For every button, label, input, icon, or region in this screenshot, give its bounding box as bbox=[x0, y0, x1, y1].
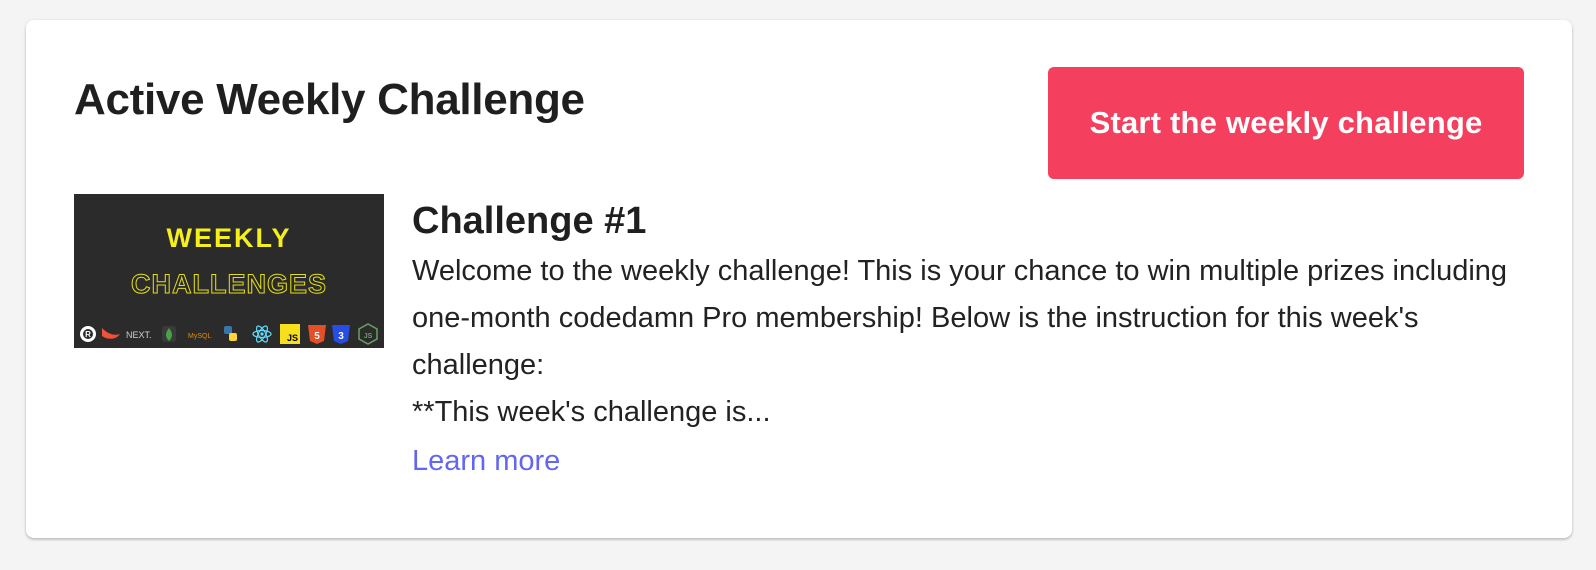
mysql-icon: MySQL bbox=[188, 333, 211, 340]
mongodb-icon bbox=[162, 326, 176, 342]
html5-icon: 5 bbox=[308, 325, 326, 344]
nextjs-icon: NEXT. bbox=[126, 330, 152, 340]
svg-text:NEXT.: NEXT. bbox=[126, 330, 152, 340]
thumbnail-line1: WEEKLY bbox=[166, 223, 291, 253]
svg-text:JS: JS bbox=[287, 333, 298, 343]
thumbnail-line2: CHALLENGES bbox=[131, 269, 327, 299]
svg-text:3: 3 bbox=[338, 331, 344, 342]
challenge-thumbnail: WEEKLY CHALLENGES R NEXT. MySQL JS 5 3 J… bbox=[74, 194, 384, 348]
css3-icon: 3 bbox=[332, 325, 350, 344]
rust-icon: R bbox=[80, 326, 96, 342]
challenge-description: Welcome to the weekly challenge! This is… bbox=[412, 248, 1512, 436]
javascript-icon: JS bbox=[280, 324, 300, 344]
start-weekly-challenge-button[interactable]: Start the weekly challenge bbox=[1048, 67, 1524, 179]
challenge-title: Challenge #1 bbox=[412, 200, 647, 242]
svg-text:5: 5 bbox=[314, 331, 320, 342]
svg-text:R: R bbox=[85, 330, 91, 339]
svg-text:MySQL: MySQL bbox=[188, 333, 211, 340]
challenge-excerpt: **This week's challenge is... bbox=[412, 396, 771, 428]
learn-more-link[interactable]: Learn more bbox=[412, 438, 560, 485]
challenge-description-text: Welcome to the weekly challenge! This is… bbox=[412, 255, 1508, 381]
svg-text:JS: JS bbox=[364, 333, 373, 340]
card-title: Active Weekly Challenge bbox=[74, 75, 585, 124]
weekly-challenge-card: Active Weekly Challenge Start the weekly… bbox=[26, 20, 1572, 538]
